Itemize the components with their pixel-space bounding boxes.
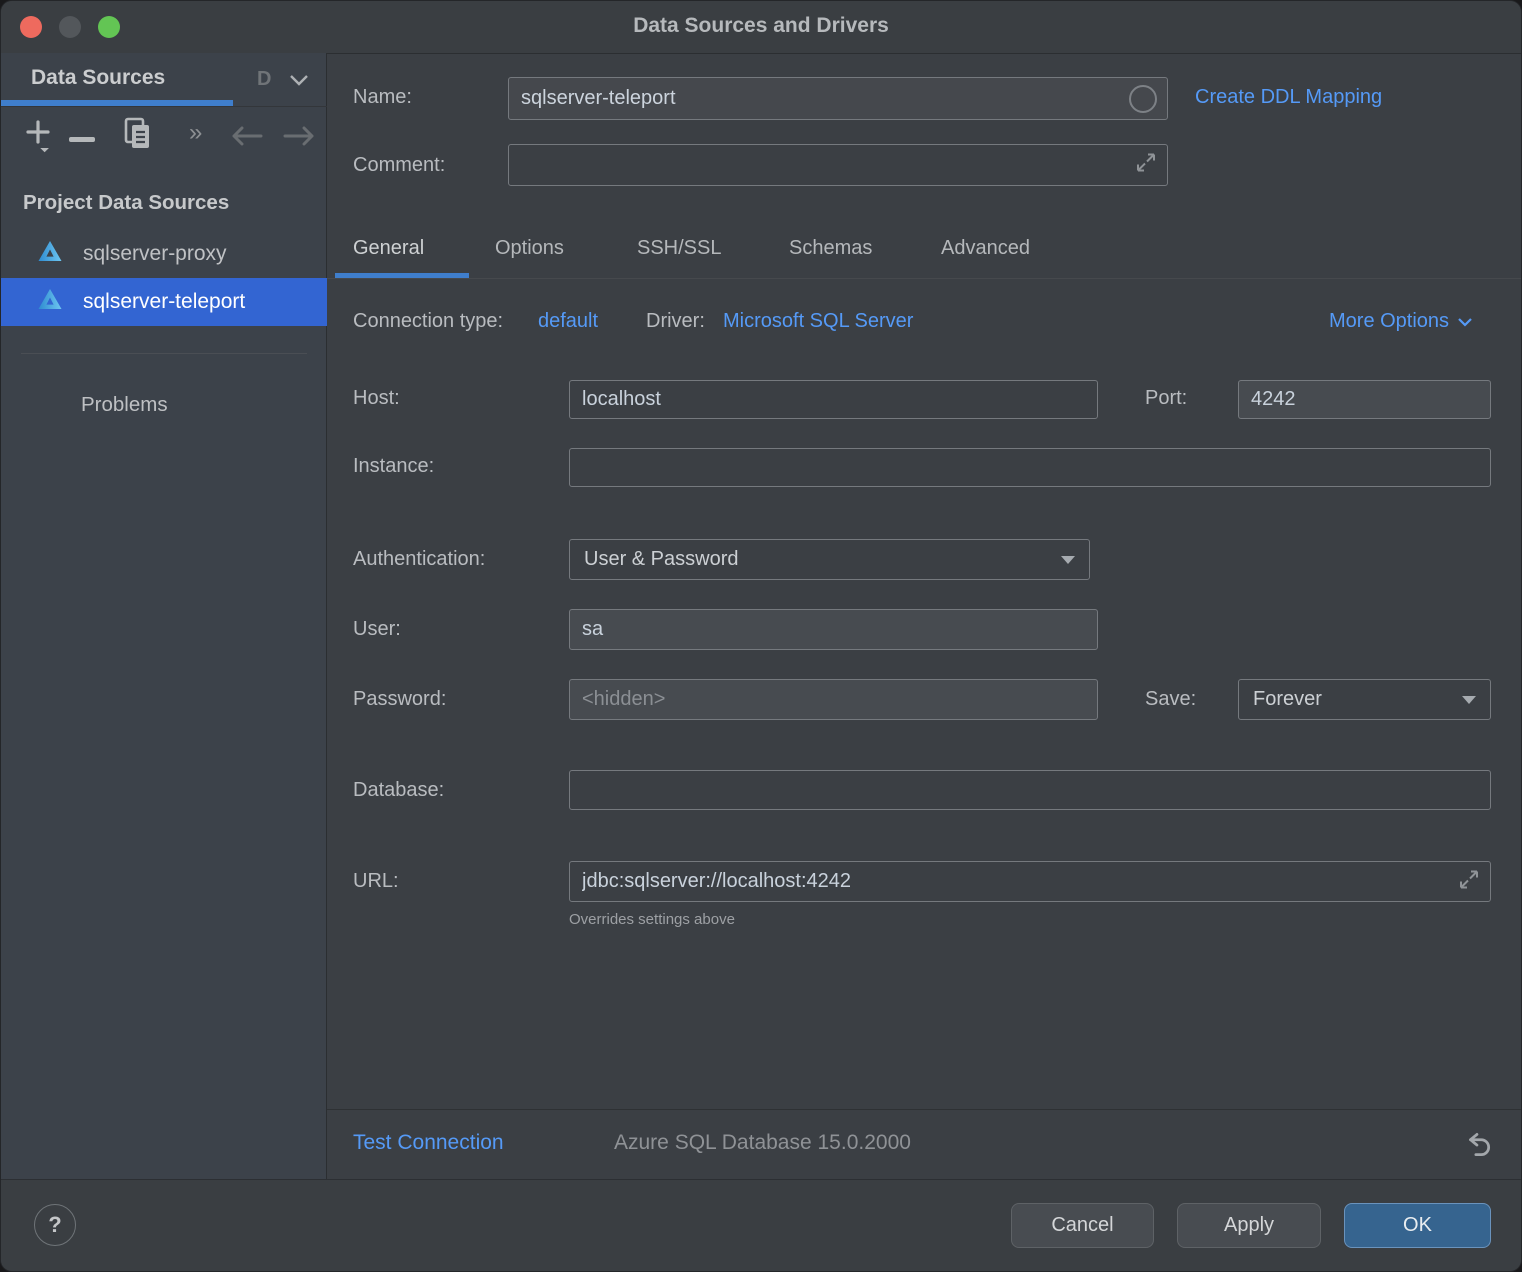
sidebar: Data Sources D » Project Data Sources bbox=[1, 53, 327, 1179]
tab-drivers-clipped[interactable]: D bbox=[257, 68, 271, 91]
tab-general[interactable]: General bbox=[353, 237, 424, 260]
expand-icon[interactable] bbox=[1458, 868, 1480, 895]
instance-input[interactable] bbox=[569, 448, 1491, 487]
port-label: Port: bbox=[1145, 387, 1187, 410]
host-input[interactable] bbox=[569, 380, 1098, 419]
connection-type-value-link[interactable]: default bbox=[538, 310, 598, 333]
ok-button[interactable]: OK bbox=[1344, 1203, 1491, 1248]
cancel-button[interactable]: Cancel bbox=[1011, 1203, 1154, 1248]
tab-options[interactable]: Options bbox=[495, 237, 564, 260]
instance-label: Instance: bbox=[353, 455, 434, 478]
authentication-label: Authentication: bbox=[353, 548, 485, 571]
connection-type-label: Connection type: bbox=[353, 310, 503, 333]
comment-label: Comment: bbox=[353, 154, 445, 177]
more-options-label: More Options bbox=[1329, 310, 1449, 333]
back-arrow-icon[interactable] bbox=[229, 125, 265, 152]
name-input[interactable] bbox=[509, 78, 1167, 119]
name-label: Name: bbox=[353, 86, 412, 109]
driver-value-link[interactable]: Microsoft SQL Server bbox=[723, 310, 913, 333]
expand-icon[interactable] bbox=[1135, 152, 1157, 179]
authentication-value: User & Password bbox=[584, 548, 739, 571]
save-value: Forever bbox=[1253, 688, 1322, 711]
more-options-link[interactable]: More Options bbox=[1329, 310, 1473, 333]
save-label: Save: bbox=[1145, 688, 1196, 711]
test-connection-link[interactable]: Test Connection bbox=[353, 1131, 504, 1155]
divider bbox=[21, 353, 307, 354]
azure-sqlserver-icon bbox=[37, 287, 63, 317]
data-sources-dialog: Data Sources and Drivers Data Sources D … bbox=[0, 0, 1522, 1272]
authentication-select[interactable]: User & Password bbox=[569, 539, 1090, 580]
show-more-actions-icon[interactable]: » bbox=[189, 119, 200, 147]
comment-field-wrap bbox=[508, 144, 1168, 186]
user-input[interactable] bbox=[569, 609, 1098, 650]
dropdown-caret-icon bbox=[1462, 696, 1476, 704]
create-ddl-mapping-link[interactable]: Create DDL Mapping bbox=[1195, 86, 1382, 109]
user-label: User: bbox=[353, 618, 401, 641]
driver-label: Driver: bbox=[646, 310, 705, 333]
url-label: URL: bbox=[353, 870, 399, 893]
url-input[interactable] bbox=[570, 862, 1490, 901]
server-version-text: Azure SQL Database 15.0.2000 bbox=[614, 1131, 911, 1155]
password-input[interactable] bbox=[569, 679, 1098, 720]
apply-button[interactable]: Apply bbox=[1177, 1203, 1321, 1248]
undo-revert-icon[interactable] bbox=[1462, 1128, 1494, 1165]
name-field-wrap bbox=[508, 77, 1168, 120]
sidebar-item-sqlserver-proxy[interactable]: sqlserver-proxy bbox=[1, 230, 327, 278]
problems-link[interactable]: Problems bbox=[81, 393, 168, 417]
project-data-sources-header: Project Data Sources bbox=[23, 191, 229, 215]
loading-circle-icon bbox=[1129, 85, 1157, 113]
tab-data-sources[interactable]: Data Sources bbox=[31, 66, 165, 90]
forward-arrow-icon[interactable] bbox=[281, 125, 317, 152]
sidebar-item-sqlserver-teleport[interactable]: sqlserver-teleport bbox=[1, 278, 327, 326]
tab-schemas[interactable]: Schemas bbox=[789, 237, 872, 260]
database-label: Database: bbox=[353, 779, 444, 802]
add-data-source-icon[interactable] bbox=[23, 117, 57, 160]
divider bbox=[327, 278, 1521, 279]
chevron-down-icon[interactable] bbox=[289, 73, 309, 91]
password-label: Password: bbox=[353, 688, 446, 711]
dropdown-caret-icon bbox=[1061, 556, 1075, 564]
comment-input[interactable] bbox=[509, 145, 1167, 185]
data-source-label: sqlserver-proxy bbox=[83, 242, 227, 266]
database-input[interactable] bbox=[569, 770, 1491, 810]
url-field-wrap bbox=[569, 861, 1491, 902]
url-hint: Overrides settings above bbox=[569, 911, 735, 928]
port-input[interactable] bbox=[1238, 380, 1491, 419]
remove-data-source-icon[interactable] bbox=[68, 131, 98, 149]
divider bbox=[327, 1109, 1521, 1110]
host-label: Host: bbox=[353, 387, 400, 410]
window-title: Data Sources and Drivers bbox=[1, 14, 1521, 38]
save-select[interactable]: Forever bbox=[1238, 679, 1491, 720]
chevron-down-icon bbox=[1457, 317, 1473, 327]
titlebar: Data Sources and Drivers bbox=[1, 1, 1521, 54]
divider bbox=[1, 106, 327, 107]
tab-ssh-ssl[interactable]: SSH/SSL bbox=[637, 237, 721, 260]
duplicate-icon[interactable] bbox=[121, 115, 155, 158]
data-source-label: sqlserver-teleport bbox=[83, 290, 245, 314]
azure-sqlserver-icon bbox=[37, 239, 63, 269]
help-button[interactable]: ? bbox=[34, 1204, 76, 1246]
tab-advanced[interactable]: Advanced bbox=[941, 237, 1030, 260]
